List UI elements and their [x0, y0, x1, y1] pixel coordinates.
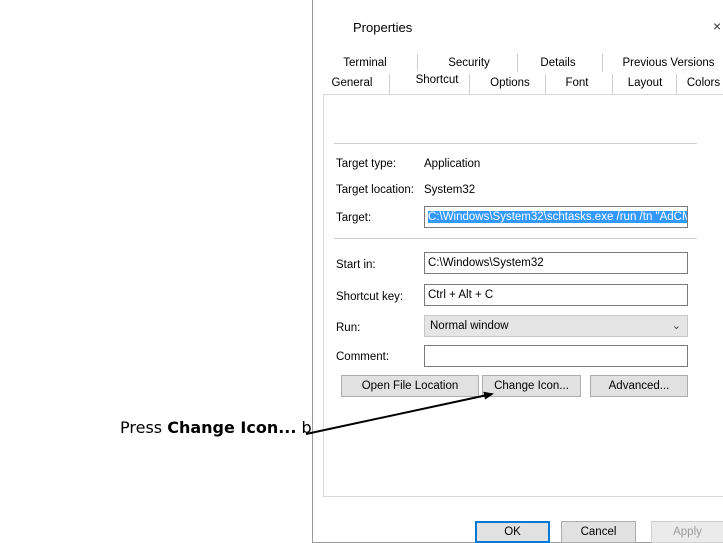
- properties-dialog: Properties × Terminal Security Details P…: [312, 0, 723, 543]
- start-in-label: Start in:: [336, 259, 376, 271]
- target-location-value: System32: [424, 184, 476, 196]
- tab-divider: [602, 54, 603, 72]
- target-label: Target:: [336, 212, 372, 224]
- target-type-label: Target type:: [336, 158, 397, 170]
- separator: [334, 238, 697, 239]
- tab-strip: Terminal Security Details Previous Versi…: [323, 54, 723, 94]
- run-label: Run:: [336, 322, 361, 334]
- cancel-button[interactable]: Cancel: [561, 521, 636, 543]
- comment-field[interactable]: [424, 345, 688, 367]
- comment-label: Comment:: [336, 351, 390, 363]
- run-selected-value: Normal window: [430, 320, 509, 332]
- apply-button[interactable]: Apply: [651, 521, 723, 543]
- tab-options[interactable]: Options: [481, 74, 539, 92]
- caption-prefix: Press: [120, 418, 168, 437]
- tab-divider: [517, 54, 518, 72]
- tab-terminal[interactable]: Terminal: [323, 54, 407, 72]
- tab-layout[interactable]: Layout: [617, 74, 673, 92]
- tab-divider: [676, 74, 677, 94]
- tab-divider: [612, 74, 613, 94]
- tab-previous-versions[interactable]: Previous Versions: [613, 54, 723, 72]
- tab-divider: [469, 74, 470, 94]
- target-value: C:\Windows\System32\schtasks.exe /run /t…: [428, 211, 687, 223]
- open-file-location-button[interactable]: Open File Location: [341, 375, 479, 397]
- tab-general[interactable]: General: [323, 74, 381, 92]
- tab-security[interactable]: Security: [427, 54, 511, 72]
- change-icon-button[interactable]: Change Icon...: [482, 375, 581, 397]
- tab-shortcut[interactable]: Shortcut: [405, 71, 469, 89]
- tab-font[interactable]: Font: [551, 74, 603, 92]
- close-icon[interactable]: ×: [713, 18, 723, 34]
- target-field[interactable]: C:\Windows\System32\schtasks.exe /run /t…: [424, 206, 688, 228]
- target-location-label: Target location:: [336, 184, 414, 196]
- tab-divider: [417, 54, 418, 72]
- target-type-value: Application: [424, 158, 481, 170]
- run-dropdown[interactable]: Normal window ⌄: [424, 315, 688, 337]
- tab-details[interactable]: Details: [523, 54, 593, 72]
- tab-divider: [545, 74, 546, 94]
- tab-divider: [389, 74, 390, 94]
- tab-colors[interactable]: Colors: [683, 74, 723, 92]
- ok-button[interactable]: OK: [475, 521, 550, 543]
- shortcut-panel: Target type: Application Target location…: [323, 94, 723, 497]
- advanced-button[interactable]: Advanced...: [590, 375, 688, 397]
- separator: [334, 143, 697, 144]
- start-in-field[interactable]: C:\Windows\System32: [424, 252, 688, 274]
- chevron-down-icon: ⌄: [671, 320, 681, 332]
- caption-button-name: Change Icon...: [167, 418, 297, 437]
- dialog-title: Properties: [353, 20, 413, 35]
- shortcut-key-label: Shortcut key:: [336, 291, 404, 303]
- shortcut-key-field[interactable]: Ctrl + Alt + C: [424, 284, 688, 306]
